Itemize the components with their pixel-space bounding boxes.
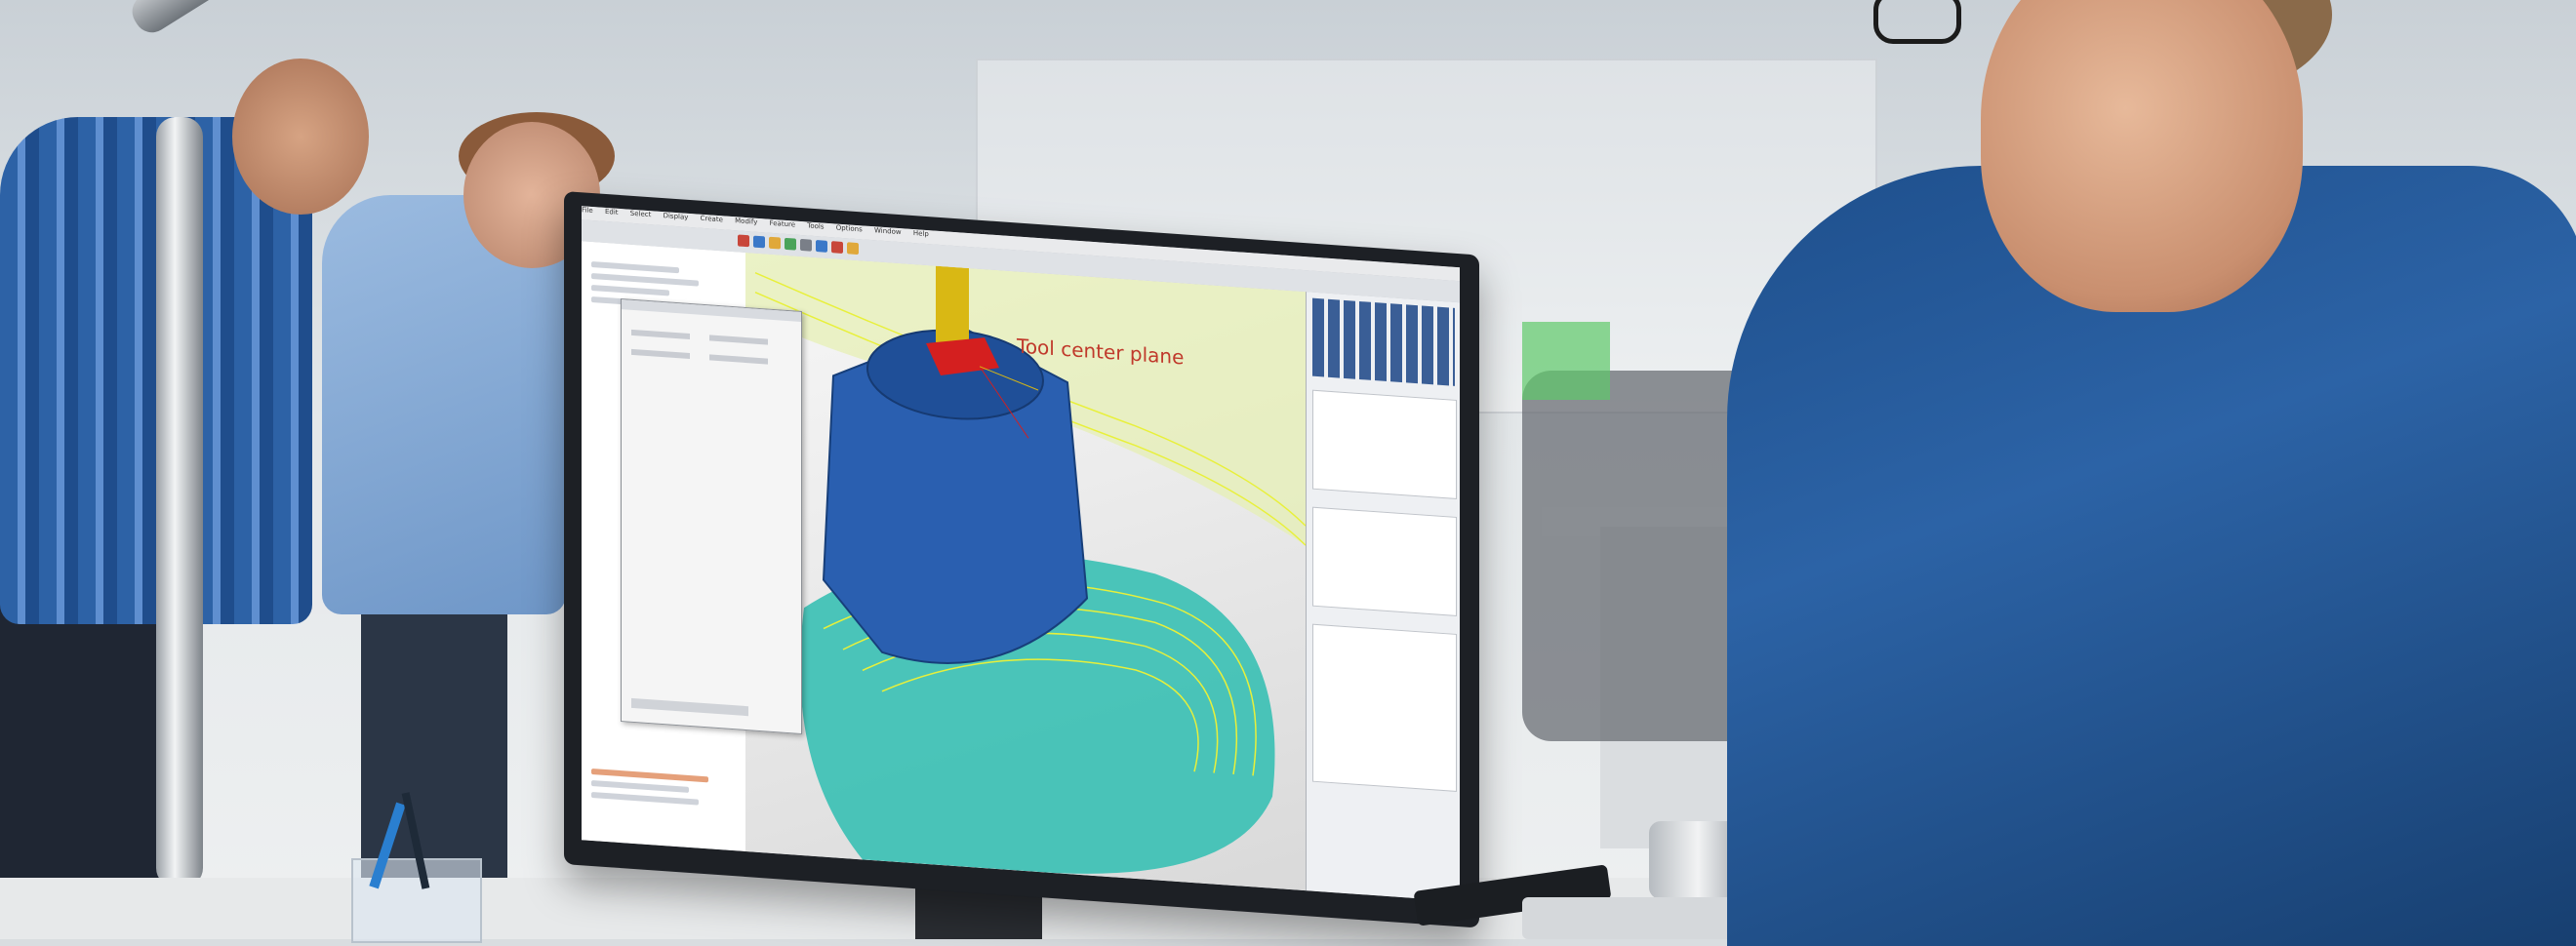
dialog-button-row[interactable] xyxy=(631,697,748,717)
menu-item-file[interactable]: File xyxy=(582,206,593,215)
right-side-panel xyxy=(1306,292,1460,902)
person-plaid-head xyxy=(232,59,369,215)
menu-item-help[interactable]: Help xyxy=(913,229,929,238)
computer-monitor: File Edit Select Display Create Modify F… xyxy=(564,191,1479,928)
menu-item-create[interactable]: Create xyxy=(701,215,723,224)
engineer-head xyxy=(1981,0,2303,312)
menu-item-options[interactable]: Options xyxy=(836,223,863,233)
tree-row[interactable] xyxy=(591,768,708,783)
dialog-field[interactable] xyxy=(631,329,690,340)
tree-row[interactable] xyxy=(591,272,699,287)
dialog-field[interactable] xyxy=(709,354,768,365)
dialog-field[interactable] xyxy=(631,348,690,360)
toolbar-icon[interactable] xyxy=(753,235,765,249)
cutting-tool xyxy=(936,265,969,347)
icon-palette[interactable] xyxy=(1312,297,1455,386)
menu-item-window[interactable]: Window xyxy=(874,226,902,236)
tree-row[interactable] xyxy=(591,260,679,274)
toolpath-parameters-dialog[interactable] xyxy=(621,298,802,735)
layers-list[interactable] xyxy=(1312,623,1457,792)
menu-item-tools[interactable]: Tools xyxy=(807,221,824,230)
menu-item-edit[interactable]: Edit xyxy=(605,208,619,217)
toolbar-icon[interactable] xyxy=(816,240,827,253)
pen-cup xyxy=(351,792,482,943)
properties-list[interactable] xyxy=(1312,389,1457,499)
menu-item-modify[interactable]: Modify xyxy=(735,217,757,226)
toolbar-icon[interactable] xyxy=(769,236,781,250)
tree-row[interactable] xyxy=(591,779,689,793)
tree-row[interactable] xyxy=(591,284,669,296)
menu-item-feature[interactable]: Feature xyxy=(770,219,795,229)
properties-list[interactable] xyxy=(1312,506,1457,616)
cam-application-screen: File Edit Select Display Create Modify F… xyxy=(582,206,1460,902)
background-monitor-green xyxy=(1522,322,1610,400)
glasses-icon xyxy=(1873,0,1961,44)
toolbar-icon[interactable] xyxy=(800,238,812,252)
desk-lamp-pole xyxy=(156,117,203,887)
menu-item-select[interactable]: Select xyxy=(630,210,652,219)
toolbar-icon[interactable] xyxy=(785,237,796,251)
tree-row[interactable] xyxy=(591,791,699,806)
menu-item-display[interactable]: Display xyxy=(664,212,689,221)
toolbar-icon[interactable] xyxy=(847,242,859,256)
toolbar-icon[interactable] xyxy=(738,234,749,248)
dialog-field[interactable] xyxy=(709,335,768,345)
toolbar-icon[interactable] xyxy=(831,241,843,254)
